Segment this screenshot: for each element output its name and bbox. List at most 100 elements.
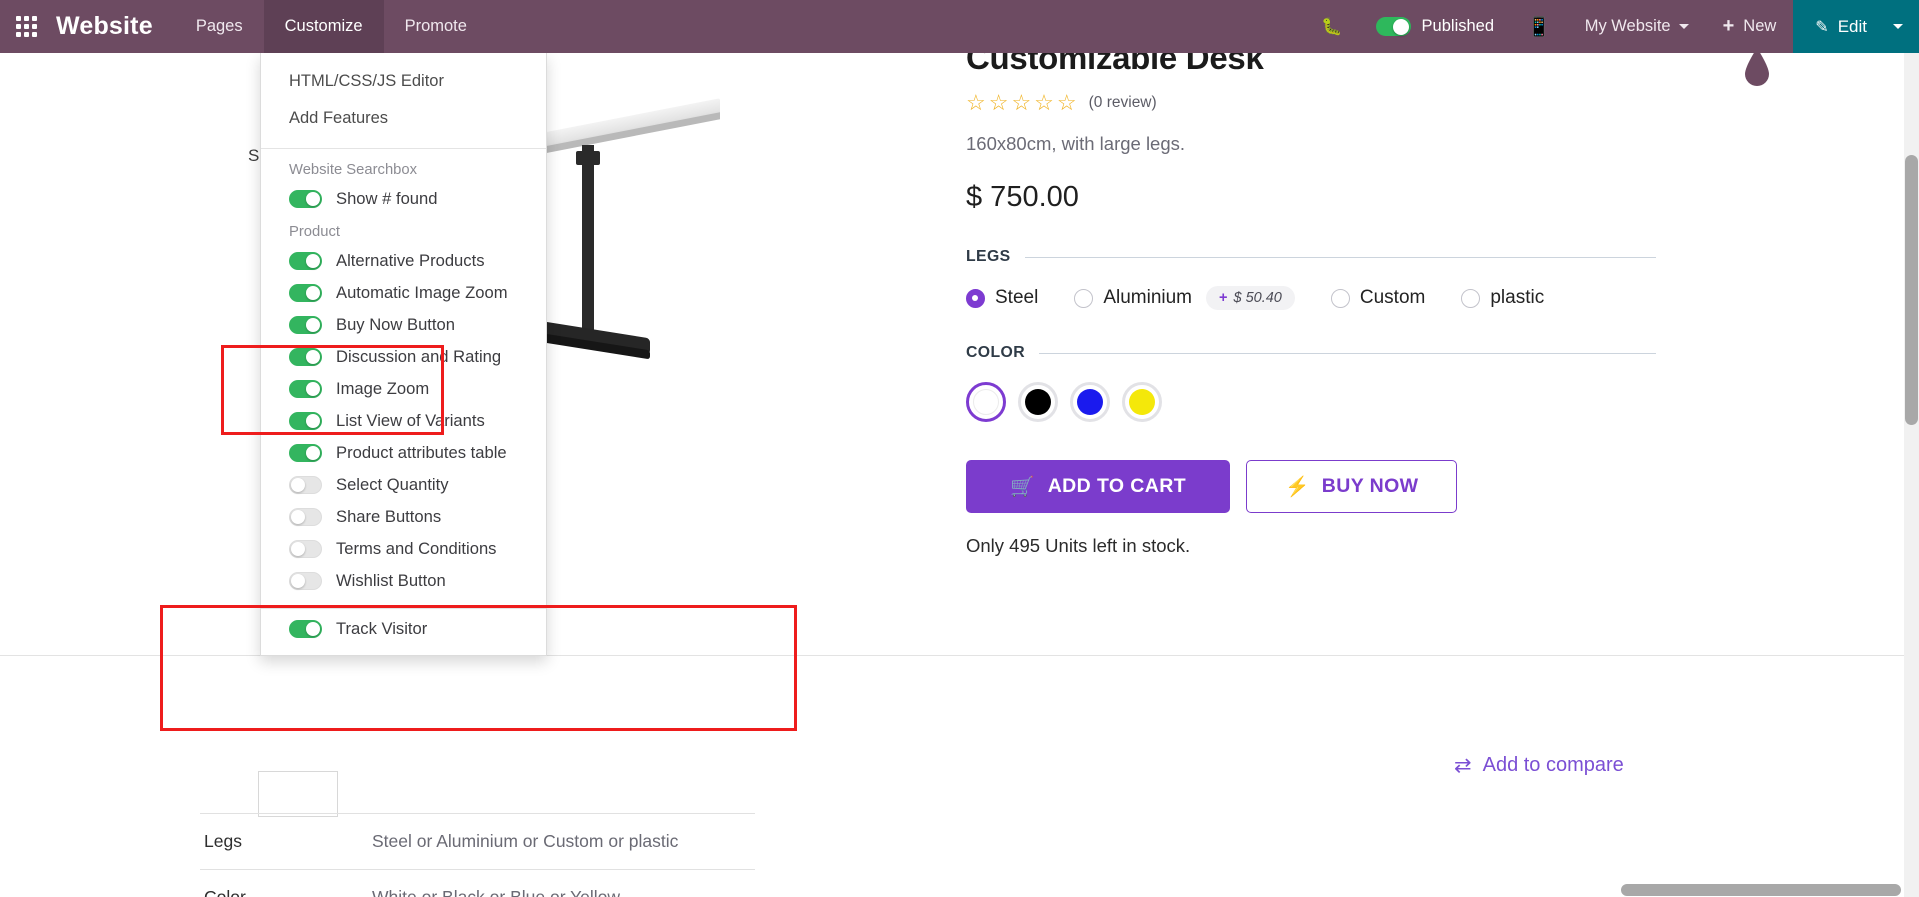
toggle-switch[interactable] [289,412,322,430]
menu-toggle-show-found[interactable]: Show # found [261,183,546,215]
divider [1039,352,1656,354]
attribute-color-label: COLOR [966,344,1026,361]
radio-button[interactable] [966,288,985,308]
legs-option-aluminium[interactable]: Aluminium [1074,287,1192,309]
edit-button[interactable]: ✎ Edit [1793,0,1889,53]
attribute-legs-options: Steel Aluminium + $ 50.40 Custom plastic [966,286,1656,310]
menu-toggle-label: Image Zoom [336,379,430,398]
toggle-switch[interactable] [289,252,322,270]
legs-option-label: plastic [1490,287,1545,308]
app-brand-title[interactable]: Website [52,0,175,53]
color-swatch-blue[interactable] [1070,382,1110,422]
menu-toggle-automatic-image-zoom[interactable]: Automatic Image Zoom [261,277,546,309]
apps-menu-button[interactable] [0,0,52,53]
radio-button[interactable] [1074,288,1094,308]
pencil-icon: ✎ [1815,18,1829,36]
legs-option-steel[interactable]: Steel [966,287,1038,309]
add-to-cart-label: ADD TO CART [1047,475,1187,497]
toggle-switch[interactable] [289,476,322,494]
menu-toggle-label: Buy Now Button [336,315,455,334]
color-swatch-yellow[interactable] [1122,382,1162,422]
bug-icon: 🐛 [1321,17,1343,36]
apps-grid-icon [15,16,37,37]
swatch-fill [1129,389,1155,415]
swatch-fill [1025,389,1051,415]
menu-toggle-buy-now-button[interactable]: Buy Now Button [261,309,546,341]
toggle-switch[interactable] [289,572,322,590]
menu-toggle-image-zoom[interactable]: Image Zoom [261,373,546,405]
color-swatch-white[interactable] [966,382,1006,422]
buy-now-button[interactable]: ⚡ BUY NOW [1246,460,1458,513]
publish-label: Published [1421,17,1495,35]
product-title: Customizable Desk [966,53,1264,76]
nav-item-promote[interactable]: Promote [384,0,488,53]
menu-toggle-label: Wishlist Button [336,571,446,590]
toggle-switch[interactable] [289,348,322,366]
color-swatch-black[interactable] [1018,382,1058,422]
add-to-compare-label: Add to compare [1482,754,1624,776]
menu-toggle-label: Alternative Products [336,251,485,270]
horizontal-scrollbar-thumb[interactable] [1621,884,1901,896]
menu-toggle-share-buttons[interactable]: Share Buttons [261,501,546,533]
attribute-legs-header: LEGS [966,248,1656,266]
legs-option-plastic[interactable]: plastic [1461,287,1544,309]
debug-menu-button[interactable]: 🐛 [1304,0,1359,53]
chevron-down-icon [1893,24,1903,29]
menu-toggle-list-view-of-variants[interactable]: List View of Variants [261,405,546,437]
menu-toggle-label: Terms and Conditions [336,539,497,558]
menu-toggle-label: Share Buttons [336,507,442,526]
attribute-legs-label: LEGS [966,248,1011,265]
extra-price-value: $ 50.40 [1233,290,1282,306]
mobile-preview-button[interactable]: 📱 [1510,0,1568,53]
menu-toggle-product-attributes-table[interactable]: Product attributes table [261,437,546,469]
toggle-switch[interactable] [289,508,322,526]
menu-toggle-track-visitor[interactable]: Track Visitor [261,613,546,655]
menu-toggle-select-quantity[interactable]: Select Quantity [261,469,546,501]
toggle-switch[interactable] [289,284,322,302]
edit-button-label: Edit [1837,16,1867,36]
menu-item-html-css-js-editor[interactable]: HTML/CSS/JS Editor [261,63,546,100]
table-row: Color White or Black or Blue or Yellow [200,869,755,897]
nav-item-customize[interactable]: Customize [263,0,384,53]
toggle-switch[interactable] [289,540,322,558]
menu-group-header-website-searchbox: Website Searchbox [289,162,418,178]
compare-arrows-icon: ⇄ [1454,754,1472,777]
product-cta-row: 🛒 ADD TO CART ⚡ BUY NOW [966,460,1656,513]
menu-toggle-discussion-and-rating[interactable]: Discussion and Rating [261,341,546,373]
vertical-scrollbar-thumb[interactable] [1905,155,1918,425]
edit-dropdown-button[interactable] [1889,0,1919,53]
menu-toggle-terms-and-conditions[interactable]: Terms and Conditions [261,533,546,565]
cart-icon: 🛒 [1010,475,1035,498]
legs-option-custom[interactable]: Custom [1330,287,1425,309]
attribute-name: Legs [204,831,242,851]
add-to-cart-button[interactable]: 🛒 ADD TO CART [966,460,1231,513]
menu-toggle-alternative-products[interactable]: Alternative Products [261,245,546,277]
product-info-column: Customizable Desk ☆☆☆☆☆ (0 review) 160x8… [966,53,1656,557]
add-to-compare-link[interactable]: ⇄ Add to compare [1454,753,1624,778]
toggle-switch[interactable] [289,316,322,334]
toggle-switch[interactable] [289,444,322,462]
top-navbar: Website Pages Customize Promote 🐛 Publis… [0,0,1919,53]
menu-toggle-label: Automatic Image Zoom [336,283,508,302]
cursor-drop-marker [1745,48,1769,86]
nav-item-pages[interactable]: Pages [175,0,264,53]
plus-icon: + [1722,15,1735,37]
website-selector[interactable]: My Website [1568,0,1706,53]
product-rating[interactable]: ☆☆☆☆☆ (0 review) [966,92,1656,114]
divider [1024,256,1656,258]
toggle-switch[interactable] [289,380,322,398]
legs-aluminium-extra-price: + $ 50.40 [1206,286,1295,310]
menu-toggle-label: Select Quantity [336,475,449,494]
product-attributes-table: Legs Steel or Aluminium or Custom or pla… [200,813,755,897]
review-count[interactable]: (0 review) [1089,94,1157,112]
new-button[interactable]: + New [1706,0,1794,53]
toggle-switch[interactable] [289,190,322,208]
menu-toggle-wishlist-button[interactable]: Wishlist Button [261,565,546,597]
publish-toggle[interactable]: Published [1360,0,1510,53]
publish-switch[interactable] [1375,17,1411,36]
radio-button[interactable] [1330,288,1350,308]
radio-button[interactable] [1461,288,1481,308]
lightning-bolt-icon: ⚡ [1285,475,1310,498]
toggle-switch[interactable] [289,620,322,638]
menu-item-add-features[interactable]: Add Features [261,100,546,137]
